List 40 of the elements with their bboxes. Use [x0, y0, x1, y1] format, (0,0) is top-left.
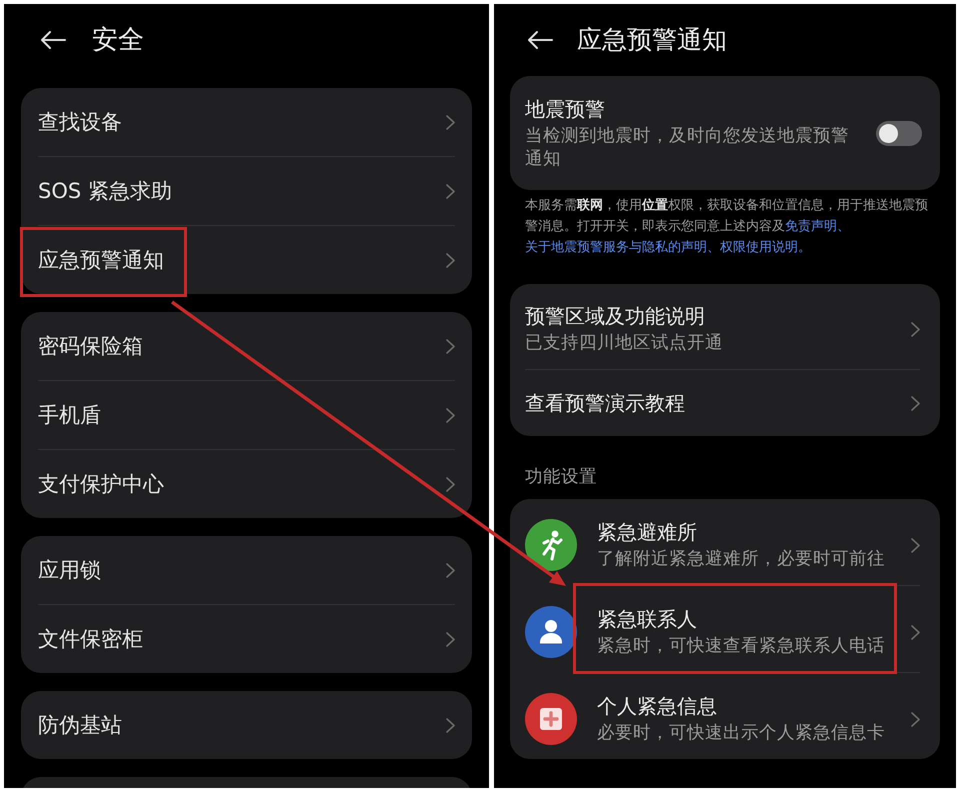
chevron-right-icon [446, 338, 455, 354]
chevron-right-icon [446, 184, 455, 198]
chevron-right-icon [446, 408, 455, 422]
link[interactable]: 关于地震预警服务与隐私的声明 [525, 240, 707, 255]
list-item[interactable]: 查看预警演示教程 [510, 370, 940, 436]
link[interactable]: 免责声明 [785, 219, 837, 234]
list-item[interactable]: 个人紧急信息 必要时，可快速出示个人紧急信息卡 [510, 673, 940, 759]
menu-item[interactable]: 密码保险箱 [21, 312, 472, 380]
list-item[interactable]: 紧急避难所 了解附近紧急避难所，必要时可前往 [510, 499, 940, 585]
chevron-right-icon [911, 538, 920, 552]
chevron-right-icon [911, 396, 920, 410]
setting-description: 当检测到地震时，及时向您发送地震预警通知 [525, 125, 850, 171]
menu-item[interactable]: 支付保护中心 [21, 450, 472, 518]
menu-item[interactable]: 应急预警通知 [21, 226, 472, 294]
list-item[interactable]: 预警区域及功能说明 已支持四川地区试点开通 [510, 284, 940, 369]
page-title: 安全 [92, 24, 144, 57]
chevron-right-icon [446, 476, 455, 492]
menu-item[interactable]: 防伪基站 [21, 691, 472, 759]
chevron-right-icon [446, 114, 455, 130]
menu-item[interactable]: SOS 紧急求助 [21, 157, 472, 225]
chevron-right-icon [446, 562, 455, 578]
chevron-right-icon [911, 322, 920, 336]
chevron-right-icon [911, 624, 920, 640]
menu-item[interactable]: 应用锁 [21, 536, 472, 604]
back-arrow-icon[interactable] [40, 30, 66, 50]
back-arrow-icon[interactable] [527, 30, 553, 50]
link[interactable]: 权限使用说明 [720, 240, 798, 255]
menu-item[interactable]: 查找设备 [21, 88, 472, 156]
list-item[interactable]: 紧急联系人 紧急时，可快速查看紧急联系人电话 [510, 586, 940, 672]
chevron-right-icon [446, 632, 455, 646]
toggle-switch[interactable] [876, 120, 922, 146]
chevron-right-icon [446, 252, 455, 268]
page-title: 应急预警通知 [577, 24, 727, 56]
setting-title: 地震预警 [525, 96, 606, 123]
notice-text: 本服务需联网，使用位置权限，获取设备和位置信息，用于推送地震预警消息。打开开关，即表示您同意上述内容及免责声明、 关于地震预警服务与隐私的声明、权限使用说明。 [524, 197, 929, 257]
chevron-right-icon [446, 718, 455, 732]
menu-item[interactable]: 手机盾 [21, 381, 472, 449]
chevron-right-icon [911, 712, 920, 726]
menu-item[interactable]: 文件保密柜 [21, 605, 472, 673]
section-header: 功能设置 [525, 466, 598, 489]
